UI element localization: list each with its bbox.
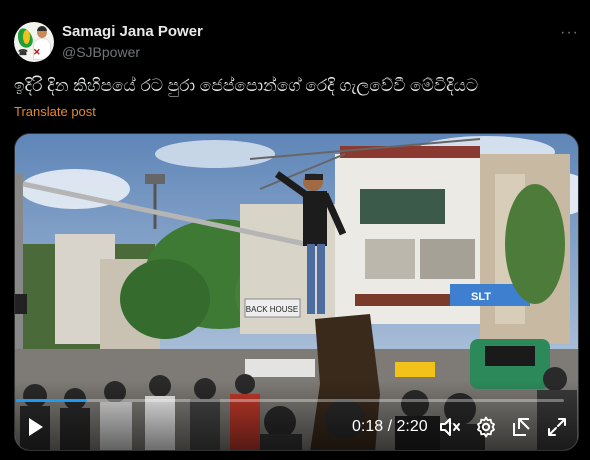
play-icon[interactable] — [26, 415, 46, 439]
shop-sign-text: BACK HOUSE — [246, 305, 298, 314]
phone-mark-icon: ☎ — [18, 48, 28, 57]
settings-gear-icon[interactable] — [474, 415, 498, 439]
video-progress-bar[interactable] — [16, 399, 564, 402]
video-progress-fill — [16, 399, 88, 402]
post-text: ඉදිරි දින කිහිපයේ රට පුරා ජෙප්පොන්ගේ රෙද… — [14, 76, 479, 95]
x-mark-icon: ✕ — [33, 47, 41, 57]
more-horizontal-icon[interactable]: ··· — [560, 24, 579, 42]
shop-sign-slt: SLT — [471, 291, 491, 303]
pop-out-icon[interactable] — [510, 415, 534, 439]
profile-avatar[interactable]: ☎ ✕ — [14, 22, 54, 62]
translate-post-link[interactable]: Translate post — [14, 104, 96, 119]
author-name[interactable]: Samagi Jana Power — [62, 23, 203, 40]
video-time-label: 0:18 / 2:20 — [352, 418, 428, 435]
video-player[interactable]: BACK HOUSE SLT — [14, 133, 579, 451]
mute-icon[interactable] — [438, 415, 462, 439]
author-handle[interactable]: @SJBpower — [62, 44, 140, 60]
party-logo-flame — [23, 30, 30, 44]
fullscreen-icon[interactable] — [545, 415, 569, 439]
